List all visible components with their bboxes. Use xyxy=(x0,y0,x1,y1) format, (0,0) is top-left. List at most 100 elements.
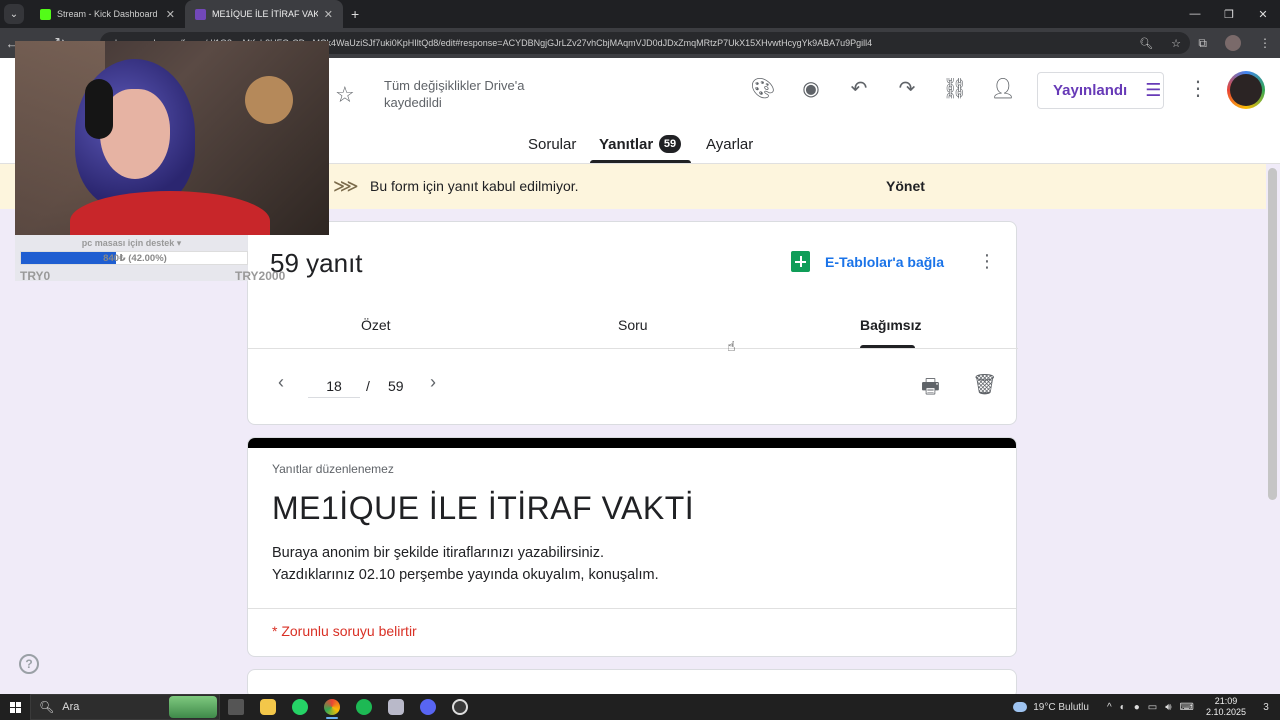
kick-favicon-icon xyxy=(40,8,51,20)
browser-menu-icon[interactable]: ⋮ xyxy=(1259,36,1271,50)
zoom-icon[interactable]: 🔍︎ xyxy=(1139,37,1153,50)
responses-subtabs: Özet Soru Bağımsız xyxy=(248,308,1018,349)
taskbar-search[interactable]: 🔍︎ Ara xyxy=(30,694,220,720)
search-placeholder: Ara xyxy=(62,701,80,713)
responses-more-icon[interactable]: ⋮ xyxy=(978,251,996,272)
donation-goal-title: pc masası için destek ▾ xyxy=(81,238,182,248)
browser-tab-kick[interactable]: Stream - Kick Dashboard ✕ xyxy=(30,0,185,28)
microphone-icon[interactable]: ● xyxy=(1134,702,1140,713)
app-icon[interactable] xyxy=(380,694,412,720)
forms-favicon-icon xyxy=(195,8,206,20)
bookmark-star-icon[interactable]: ☆ xyxy=(1171,37,1181,50)
palette-icon[interactable]: 🎨︎ xyxy=(749,76,777,101)
keyboard-icon[interactable]: ⌨︎ xyxy=(1180,702,1194,713)
star-icon[interactable]: ☆ xyxy=(335,82,355,108)
search-highlight-image xyxy=(169,696,217,718)
tray-chevron-icon[interactable]: ^ xyxy=(1107,702,1112,713)
scrollbar-thumb[interactable] xyxy=(1268,168,1277,500)
file-explorer-icon[interactable] xyxy=(252,694,284,720)
published-button[interactable]: Yayınlandı ☰ xyxy=(1037,72,1164,109)
save-status: Tüm değişiklikler Drive'a kaydedildi xyxy=(384,78,525,110)
mouse-cursor-icon: ☝︎ xyxy=(727,338,736,354)
discord-icon[interactable] xyxy=(412,694,444,720)
redo-icon[interactable]: ↷ xyxy=(893,76,921,101)
tab-responses[interactable]: Yanıtlar xyxy=(599,136,653,153)
donation-max-label: TRY2000 xyxy=(235,269,286,283)
tab-search-icon[interactable]: ⌄ xyxy=(4,4,24,24)
undo-icon[interactable]: ↶ xyxy=(845,76,873,101)
divider xyxy=(248,608,1016,609)
restore-icon[interactable]: ❐ xyxy=(1212,0,1246,28)
sliders-icon: ☰ xyxy=(1145,80,1162,100)
add-collaborator-icon[interactable]: 👤︎ xyxy=(989,76,1017,101)
manage-button[interactable]: Yönet xyxy=(886,178,925,194)
active-subtab-indicator xyxy=(860,345,915,348)
clock[interactable]: 21:09 2.10.2025 xyxy=(1206,696,1246,718)
tab-settings[interactable]: Ayarlar xyxy=(706,136,753,153)
task-view-icon[interactable] xyxy=(220,694,252,720)
volume-icon[interactable]: 🔊︎ xyxy=(1165,702,1171,713)
plush-toy xyxy=(245,76,293,124)
print-icon[interactable]: 🖶 xyxy=(921,372,940,406)
weather-icon[interactable] xyxy=(1013,702,1028,712)
close-window-icon[interactable]: ✕ xyxy=(1246,0,1280,28)
no-edit-notice: Yanıtlar düzenlenemez xyxy=(272,462,394,476)
preview-eye-icon[interactable]: ◉ xyxy=(797,76,825,101)
headphones xyxy=(85,79,113,139)
link-to-sheets-button[interactable]: E-Tablolar'a bağla xyxy=(825,254,944,270)
obs-icon[interactable] xyxy=(444,694,476,720)
start-button[interactable] xyxy=(0,694,30,720)
current-response-input[interactable]: 18 xyxy=(308,372,360,398)
active-tab-indicator xyxy=(590,160,691,163)
no-responses-icon: ⋙ xyxy=(333,176,359,196)
account-avatar[interactable] xyxy=(1227,71,1265,109)
tab-questions[interactable]: Sorular xyxy=(528,136,576,153)
weather-text[interactable]: 19°C Bulutlu xyxy=(1033,702,1089,713)
subtab-individual[interactable]: Bağımsız xyxy=(860,317,921,333)
next-response-icon[interactable]: › xyxy=(430,372,436,393)
toolbar-right: ⧉ ⋮ xyxy=(1189,28,1280,58)
more-options-icon[interactable]: ⋮ xyxy=(1188,76,1208,101)
browser-tabstrip: ⌄ Stream - Kick Dashboard ✕ ME1İQUE İLE … xyxy=(0,0,1280,28)
search-icon: 🔍︎ xyxy=(39,700,55,714)
responses-count-badge: 59 xyxy=(659,135,681,153)
pager-separator: / xyxy=(366,378,370,394)
tray-app-icon[interactable]: ◐ xyxy=(1120,702,1126,713)
tab-close-icon[interactable]: ✕ xyxy=(166,8,175,21)
tab-title: Stream - Kick Dashboard xyxy=(57,9,158,19)
browser-tab-forms[interactable]: ME1İQUE İLE İTİRAF VAKTİ - Go ✕ xyxy=(185,0,343,28)
delete-icon[interactable]: 🗑︎ xyxy=(972,372,997,397)
tab-close-icon[interactable]: ✕ xyxy=(324,8,333,21)
minimize-icon[interactable]: — xyxy=(1178,0,1212,28)
whatsapp-icon[interactable] xyxy=(284,694,316,720)
clock-date: 2.10.2025 xyxy=(1205,707,1246,717)
form-title: ME1İQUE İLE İTİRAF VAKTİ xyxy=(272,490,695,526)
notification-icon[interactable]: 3 xyxy=(1256,702,1276,713)
previous-response-icon[interactable]: ‹ xyxy=(278,372,284,393)
help-icon[interactable]: ? xyxy=(19,654,39,674)
window-controls: — ❐ ✕ xyxy=(1178,0,1280,28)
total-responses: 59 xyxy=(388,378,404,394)
windows-icon xyxy=(9,701,21,713)
link-icon[interactable]: ⛓︎ xyxy=(941,76,969,101)
subtab-summary[interactable]: Özet xyxy=(361,317,391,333)
tab-title: ME1İQUE İLE İTİRAF VAKTİ - Go xyxy=(212,9,318,19)
sheets-icon[interactable] xyxy=(791,251,810,272)
webcam-overlay xyxy=(15,41,329,235)
new-tab-icon[interactable]: + xyxy=(351,6,359,22)
spotify-icon[interactable] xyxy=(348,694,380,720)
system-tray: 19°C Bulutlu ^ ◐ ● ▭ 🔊︎ ⌨︎ 21:09 2.10.20… xyxy=(1013,694,1280,720)
responses-card: 59 yanıt E-Tablolar'a bağla ⋮ Özet Soru … xyxy=(247,221,1018,425)
extensions-icon[interactable]: ⧉ xyxy=(1198,36,1207,51)
network-icon[interactable]: ▭ xyxy=(1148,702,1157,713)
theme-bar xyxy=(248,438,1016,448)
description-line: Yazdıklarınız 02.10 perşembe yayında oku… xyxy=(272,567,659,583)
subtab-question[interactable]: Soru xyxy=(618,317,648,333)
description-line: Buraya anonim bir şekilde itiraflarınızı… xyxy=(272,545,605,561)
donation-amount: 840₺ (42.00%) xyxy=(103,253,167,264)
banner-text: Bu form için yanıt kabul edilmiyor. xyxy=(370,178,579,194)
profile-avatar-icon[interactable] xyxy=(1225,35,1241,51)
chrome-icon[interactable] xyxy=(316,694,348,720)
required-notice: * Zorunlu soruyu belirtir xyxy=(272,623,417,639)
windows-taskbar: 🔍︎ Ara 19°C Bulutlu ^ ◐ ● ▭ 🔊︎ ⌨︎ 21:09 … xyxy=(0,694,1280,720)
